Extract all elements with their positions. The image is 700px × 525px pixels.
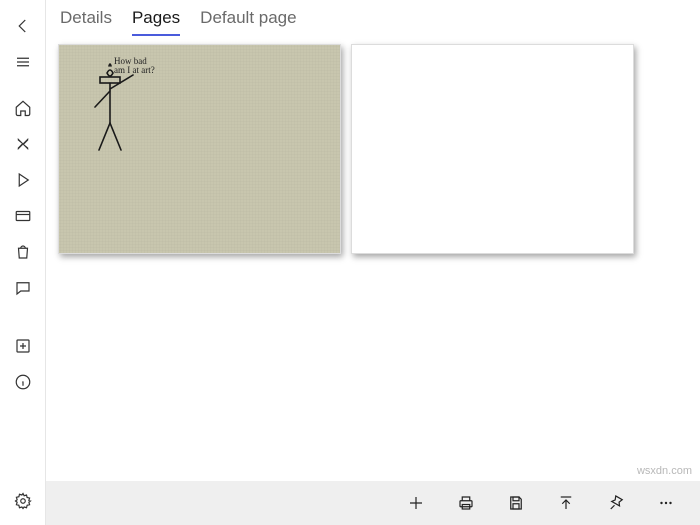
tab-details[interactable]: Details xyxy=(60,8,112,36)
pages-grid: How bad am I at art? xyxy=(46,36,700,481)
upload-icon xyxy=(557,494,575,512)
publish-button[interactable] xyxy=(542,481,590,525)
stickman-drawing xyxy=(87,55,197,165)
bag-button[interactable] xyxy=(1,234,45,270)
gear-icon xyxy=(14,492,32,510)
bottom-toolbar xyxy=(46,481,700,525)
settings-button[interactable] xyxy=(1,483,45,519)
menu-button[interactable] xyxy=(1,44,45,80)
home-icon xyxy=(14,99,32,117)
save-button[interactable] xyxy=(492,481,540,525)
bag-icon xyxy=(14,243,32,261)
menu-icon xyxy=(14,53,32,71)
main-area: Details Pages Default page How bad am I … xyxy=(46,0,700,525)
tab-default-page[interactable]: Default page xyxy=(200,8,296,36)
chat-icon xyxy=(14,279,32,297)
add-button[interactable] xyxy=(392,481,440,525)
back-icon xyxy=(14,17,32,35)
info-button[interactable] xyxy=(1,364,45,400)
card-button[interactable] xyxy=(1,198,45,234)
play-button[interactable] xyxy=(1,162,45,198)
card-icon xyxy=(14,207,32,225)
save-icon xyxy=(507,494,525,512)
add-box-button[interactable] xyxy=(1,328,45,364)
play-icon xyxy=(14,171,32,189)
watermark: wsxdn.com xyxy=(637,465,692,477)
chat-button[interactable] xyxy=(1,270,45,306)
cross-icon xyxy=(14,135,32,153)
home-button[interactable] xyxy=(1,90,45,126)
tab-bar: Details Pages Default page xyxy=(46,0,700,36)
back-button[interactable] xyxy=(1,8,45,44)
pin-icon xyxy=(607,494,625,512)
more-icon xyxy=(657,494,675,512)
more-button[interactable] xyxy=(642,481,690,525)
page-thumbnail-1[interactable]: How bad am I at art? xyxy=(58,44,341,254)
info-icon xyxy=(14,373,32,391)
print-button[interactable] xyxy=(442,481,490,525)
plus-icon xyxy=(407,494,425,512)
print-icon xyxy=(457,494,475,512)
tab-pages[interactable]: Pages xyxy=(132,8,180,36)
pin-button[interactable] xyxy=(592,481,640,525)
sidebar xyxy=(0,0,46,525)
add-box-icon xyxy=(14,337,32,355)
page-thumbnail-2[interactable] xyxy=(351,44,634,254)
cross-button[interactable] xyxy=(1,126,45,162)
